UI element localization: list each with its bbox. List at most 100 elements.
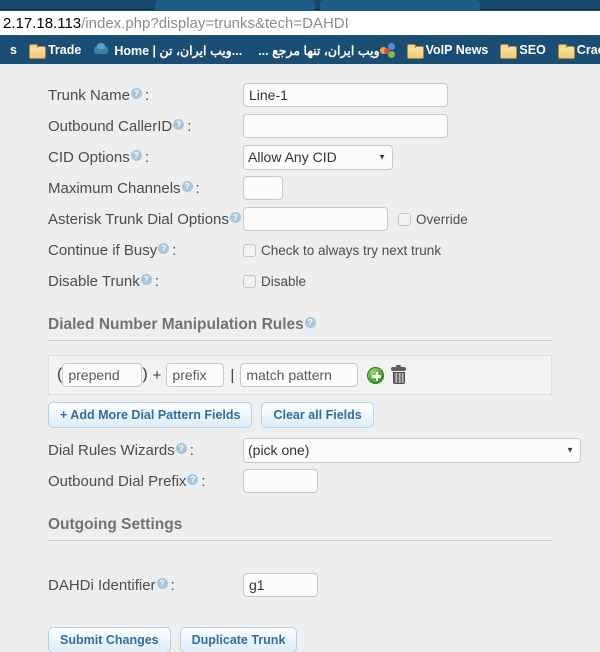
maximum-channels-input[interactable] <box>243 176 283 200</box>
label-colon: : <box>154 272 159 290</box>
help-icon[interactable]: ? <box>130 149 142 161</box>
folder-icon <box>500 43 518 59</box>
field-row-outbound-callerid: Outbound CallerID ? : <box>48 113 600 139</box>
help-icon[interactable]: ? <box>130 87 142 99</box>
chevron-down-icon-wrap: (pick one) <box>243 437 581 463</box>
clear-all-fields-button[interactable]: Clear all Fields <box>261 402 374 428</box>
field-row-continue-if-busy: Continue if Busy ? : Check to always try… <box>48 237 600 263</box>
add-more-dial-pattern-fields-button[interactable]: + Add More Dial Pattern Fields <box>48 402 253 428</box>
trunk-form: Trunk Name ? : Outbound CallerID ? : CID… <box>0 64 600 652</box>
label-colon: : <box>189 441 194 459</box>
bookmark-item-joomla[interactable]: ویب ایران، تنها مرجع ... <box>248 39 400 61</box>
help-icon[interactable]: ? <box>158 242 170 254</box>
match-pattern-input[interactable] <box>240 363 359 387</box>
bookmark-item-trade[interactable]: Trade <box>23 39 87 61</box>
help-icon[interactable]: ? <box>187 473 199 485</box>
label-text: Outbound Dial Prefix <box>48 472 187 490</box>
field-row-disable-trunk: Disable Trunk ? : Disable <box>48 268 600 294</box>
url-bar-row: 2.17.18.113/index.php?display=trunks&tec… <box>0 10 600 36</box>
label-colon: : <box>172 241 177 259</box>
disable-trunk-label: Disable <box>261 273 307 289</box>
help-icon[interactable]: ? <box>304 317 316 328</box>
bookmark-label: s <box>10 43 17 57</box>
control-maximum-channels <box>243 176 283 200</box>
section-divider <box>48 340 552 341</box>
outbound-callerid-input[interactable] <box>243 114 448 138</box>
folder-icon <box>406 43 424 59</box>
control-dahdi-identifier <box>243 573 318 597</box>
bookmark-item-crack[interactable]: Crack & Ha <box>552 39 600 61</box>
label-text: Asterisk Trunk Dial Options <box>48 210 229 228</box>
label-colon: : <box>144 148 149 166</box>
bookmark-item-seo[interactable]: SEO <box>494 39 551 61</box>
help-icon[interactable]: ? <box>181 180 193 192</box>
home-icon <box>93 43 110 57</box>
browser-tab[interactable] <box>155 0 315 10</box>
bookmark-label: Trade <box>47 43 82 57</box>
submit-changes-button[interactable]: Submit Changes <box>48 627 171 652</box>
trash-icon[interactable] <box>391 364 407 384</box>
folder-icon <box>28 43 46 59</box>
control-trunk-name <box>243 83 448 107</box>
label-colon: : <box>187 117 192 135</box>
help-icon[interactable]: ? <box>173 118 185 130</box>
help-icon[interactable]: ? <box>175 442 187 454</box>
help-icon[interactable]: ? <box>229 211 241 223</box>
continue-if-busy-checkbox[interactable] <box>243 243 256 257</box>
url-host: 2.17.18.113 <box>3 14 82 32</box>
label-colon: : <box>201 472 206 490</box>
bookmark-item[interactable]: s <box>0 39 23 61</box>
help-icon[interactable]: ? <box>140 273 152 285</box>
prefix-input[interactable] <box>166 363 225 387</box>
label-text: Outbound CallerID <box>48 117 173 135</box>
plus-symbol: + <box>152 366 162 384</box>
help-icon[interactable]: ? <box>156 577 168 589</box>
label-cid-options: CID Options ? : <box>48 149 243 166</box>
outbound-dial-prefix-input[interactable] <box>243 469 318 493</box>
address-bar[interactable]: 2.17.18.113/index.php?display=trunks&tec… <box>0 11 600 35</box>
label-asterisk-trunk-dial-options: Asterisk Trunk Dial Options ? <box>48 211 243 228</box>
add-circle-icon[interactable] <box>367 366 385 384</box>
label-dahdi-identifier: DAHDi Identifier ? : <box>48 577 243 594</box>
control-outbound-dial-prefix <box>243 469 318 493</box>
browser-chrome: 2.17.18.113/index.php?display=trunks&tec… <box>0 0 600 64</box>
form-action-buttons: Submit Changes Duplicate Trunk <box>48 627 600 652</box>
cid-options-select[interactable]: Allow Any CID <box>243 144 393 170</box>
field-row-dial-rules-wizards: Dial Rules Wizards ? : (pick one) <box>48 437 600 463</box>
prepend-input[interactable] <box>62 363 143 387</box>
label-colon: : <box>144 86 150 104</box>
label-dial-rules-wizards: Dial Rules Wizards ? : <box>48 442 243 459</box>
tab-strip <box>0 0 600 10</box>
bookmarks-bar: s Trade Home | ویب ایران، تن... ویب ایرا… <box>0 36 600 64</box>
asterisk-trunk-dial-options-input[interactable] <box>243 207 388 231</box>
label-continue-if-busy: Continue if Busy ? : <box>48 242 243 259</box>
label-text: Maximum Channels <box>48 179 181 197</box>
label-text: DAHDi Identifier <box>48 576 156 594</box>
continue-if-busy-label: Check to always try next trunk <box>261 242 442 258</box>
duplicate-trunk-button[interactable]: Duplicate Trunk <box>179 627 298 652</box>
field-row-trunk-name: Trunk Name ? : <box>48 82 600 108</box>
browser-tab[interactable] <box>320 0 480 10</box>
joomla-icon <box>379 42 395 58</box>
section-divider <box>48 540 552 541</box>
folder-icon <box>557 43 575 59</box>
disable-trunk-checkbox[interactable] <box>243 274 256 288</box>
label-maximum-channels: Maximum Channels ? : <box>48 180 243 197</box>
section-title: Outgoing Settings <box>48 516 183 533</box>
trunk-name-input[interactable] <box>243 83 448 107</box>
dial-pattern-buttons: + Add More Dial Pattern Fields Clear all… <box>48 402 600 428</box>
bookmark-item-voip-news[interactable]: VoIP News <box>401 39 495 61</box>
dahdi-identifier-input[interactable] <box>243 573 318 597</box>
pipe-symbol: | <box>230 366 235 384</box>
label-disable-trunk: Disable Trunk ? : <box>48 273 243 290</box>
field-row-asterisk-trunk-dial-options: Asterisk Trunk Dial Options ? Override <box>48 206 600 232</box>
bookmark-label: ویب ایران، تنها مرجع ... <box>258 43 380 58</box>
field-row-maximum-channels: Maximum Channels ? : <box>48 175 600 201</box>
dial-rules-wizards-select[interactable]: (pick one) <box>243 437 581 463</box>
override-checkbox[interactable] <box>398 212 411 226</box>
label-trunk-name: Trunk Name ? : <box>48 87 243 104</box>
label-outbound-dial-prefix: Outbound Dial Prefix ? : <box>48 473 243 490</box>
control-dial-rules-wizards: (pick one) <box>243 437 581 463</box>
bookmark-label: Home | ویب ایران، تن... <box>114 43 243 58</box>
bookmark-item-home[interactable]: Home | ویب ایران، تن... <box>87 39 248 61</box>
